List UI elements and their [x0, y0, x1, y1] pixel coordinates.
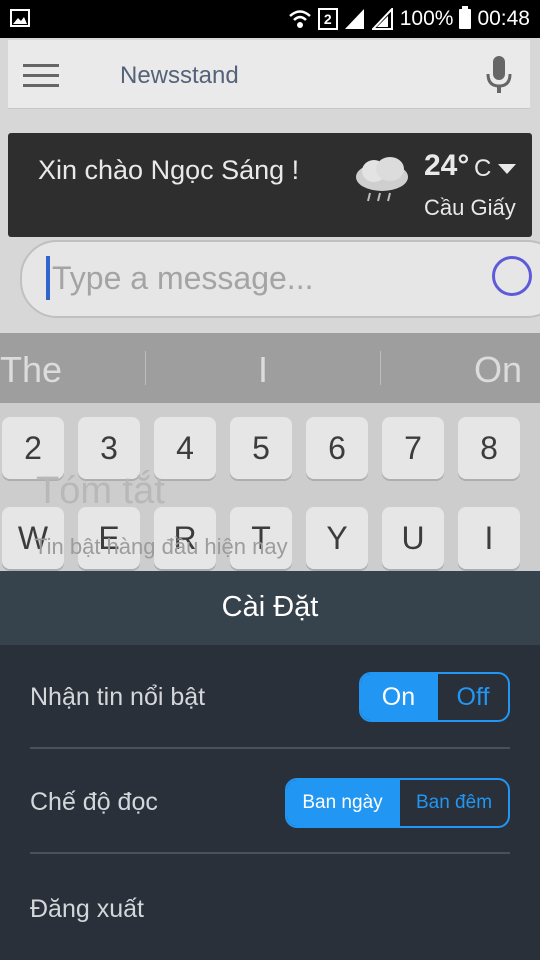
divider	[30, 852, 510, 854]
reading-mode-toggle: Ban ngày Ban đêm	[285, 778, 510, 828]
chevron-down-icon[interactable]	[498, 164, 516, 174]
weather-cloud-icon	[356, 157, 408, 202]
location-name: Cầu Giấy	[424, 195, 516, 220]
suggestion-word[interactable]: The	[0, 349, 62, 391]
suggestion-word[interactable]: On	[474, 349, 522, 391]
key[interactable]: 7	[382, 417, 444, 479]
key[interactable]: 5	[230, 417, 292, 479]
suggestion-word[interactable]: I	[258, 349, 268, 391]
battery-icon	[459, 6, 472, 29]
reading-mode-label: Chế độ đọc	[30, 788, 158, 816]
settings-sheet: Cài Đặt Nhận tin nổi bật On Off Chế độ đ…	[0, 571, 540, 960]
suggestion-divider	[145, 351, 146, 385]
gallery-icon	[10, 9, 30, 27]
divider	[30, 747, 510, 749]
greeting-card: Xin chào Ngọc Sáng ! 24° C Cầu Giấy	[8, 133, 532, 237]
key[interactable]: 8	[458, 417, 520, 479]
status-bar: 2 100% 00:48	[0, 0, 540, 38]
suggestion-divider	[380, 351, 381, 385]
emoji-icon[interactable]	[492, 256, 532, 296]
featured-off-button[interactable]: Off	[435, 674, 508, 720]
battery-percent: 100%	[399, 7, 454, 30]
wifi-icon	[288, 10, 311, 28]
app-title: Newsstand	[120, 62, 239, 89]
sim-badge: 2	[317, 8, 338, 30]
night-mode-button[interactable]: Ban đêm	[397, 780, 508, 826]
temperature: 24°	[424, 149, 470, 182]
signal-icon	[344, 9, 364, 29]
message-placeholder: Type a message...	[52, 260, 314, 296]
key[interactable]: 6	[306, 417, 368, 479]
greeting-text: Xin chào Ngọc Sáng !	[38, 155, 300, 185]
featured-on-button[interactable]: On	[361, 674, 436, 720]
temperature-unit: C	[474, 155, 492, 182]
microphone-icon[interactable]	[486, 56, 512, 94]
featured-news-toggle: On Off	[359, 672, 510, 722]
summary-subtitle: Tin bật hàng đầu hiện nay	[34, 534, 288, 559]
key[interactable]: U	[382, 507, 444, 569]
suggestion-bar: The I On	[0, 333, 540, 403]
app-toolbar: Newsstand	[8, 40, 530, 109]
settings-header: Cài Đặt	[0, 571, 540, 645]
day-mode-button[interactable]: Ban ngày	[287, 780, 398, 826]
menu-icon[interactable]	[23, 64, 59, 87]
message-input[interactable]: Type a message...	[20, 240, 540, 318]
summary-title: Tóm tắt	[36, 470, 165, 512]
settings-title: Cài Đặt	[221, 591, 319, 623]
featured-news-label: Nhận tin nổi bật	[30, 683, 206, 711]
logout-button[interactable]: Đăng xuất	[30, 895, 144, 924]
clock: 00:48	[477, 7, 530, 30]
key[interactable]: Y	[306, 507, 368, 569]
key[interactable]: I	[458, 507, 520, 569]
text-cursor	[46, 256, 50, 300]
signal-icon-2	[371, 8, 393, 30]
